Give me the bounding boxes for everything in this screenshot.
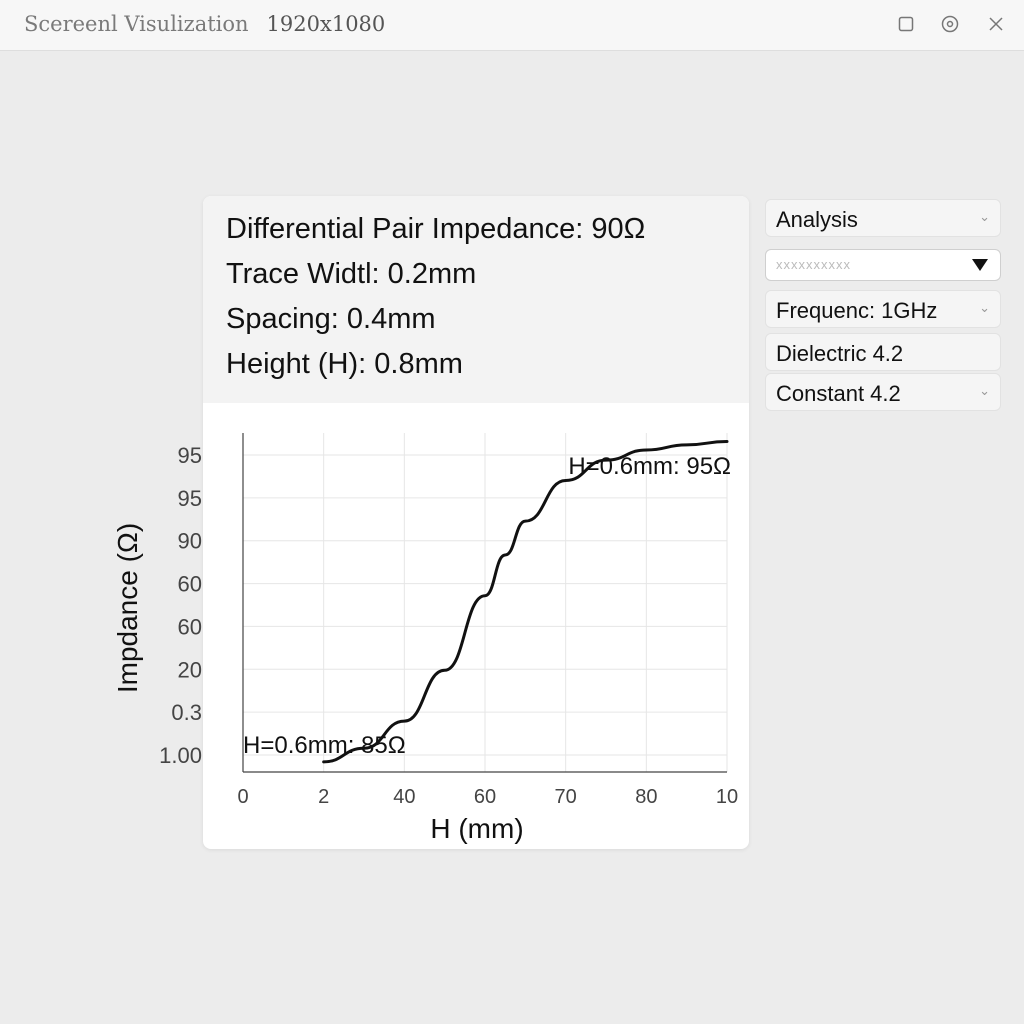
dielectric-field[interactable]: Dielectric 4.2: [765, 333, 1001, 371]
x-tick-label: 40: [393, 786, 415, 808]
y-tick-label: 20: [178, 657, 202, 682]
y-tick-labels: 95 95 90 60 60 20 0.3 1.00: [159, 443, 202, 768]
chevron-down-icon: ⌄: [979, 301, 990, 316]
frequency-label: Frequenc: 1GHz: [776, 298, 938, 323]
analysis-dropdown[interactable]: Analysis ⌄: [765, 199, 1001, 237]
x-tick-label: 10: [716, 786, 738, 808]
y-tick-label: 60: [178, 614, 202, 639]
y-tick-label: 95: [178, 486, 202, 511]
y-tick-label: 60: [178, 572, 202, 597]
x-axis-label: H (mm): [430, 813, 523, 844]
dielectric-label: Dielectric 4.2: [776, 341, 904, 366]
chart-annotations: H=0.6mm: 95Ω H=0.6mm: 85Ω: [243, 453, 731, 759]
chart-annotation: H=0.6mm: 85Ω: [243, 732, 406, 759]
y-tick-label: 1.00: [159, 743, 202, 768]
dropdown-arrow-icon: [972, 259, 988, 271]
chart-series: [322, 439, 729, 764]
x-tick-labels: 0 2 40 60 70 80 10: [237, 786, 738, 808]
y-tick-label: 0.3: [171, 700, 202, 725]
chevron-down-icon: ⌄: [979, 384, 990, 399]
chevron-down-icon: ⌄: [979, 210, 990, 225]
constant-dropdown[interactable]: Constant 4.2 ⌄: [765, 373, 1001, 411]
constant-label: Constant 4.2: [776, 381, 901, 406]
frequency-dropdown[interactable]: Frequenc: 1GHz ⌄: [765, 290, 1001, 328]
x-tick-label: 80: [635, 786, 657, 808]
impedance-curve: [322, 439, 729, 764]
chart-grid: [242, 433, 728, 772]
y-tick-label: 90: [178, 529, 202, 554]
x-tick-label: 2: [318, 786, 329, 808]
x-tick-label: 0: [237, 786, 248, 808]
x-tick-label: 60: [474, 786, 496, 808]
y-tick-label: 95: [178, 443, 202, 468]
x-tick-label: 70: [555, 786, 577, 808]
analysis-label: Analysis: [776, 207, 858, 232]
mode-select-value: xxxxxxxxxx: [776, 257, 851, 272]
chart-annotation: H=0.6mm: 95Ω: [568, 453, 731, 480]
mode-select[interactable]: xxxxxxxxxx: [765, 249, 1001, 281]
y-axis-label: Impdance (Ω): [112, 523, 143, 693]
impedance-chart: 95 95 90 60 60 20 0.3 1.00 0 2 40 60 70 80 10 H=0.6mm…: [112, 433, 738, 844]
